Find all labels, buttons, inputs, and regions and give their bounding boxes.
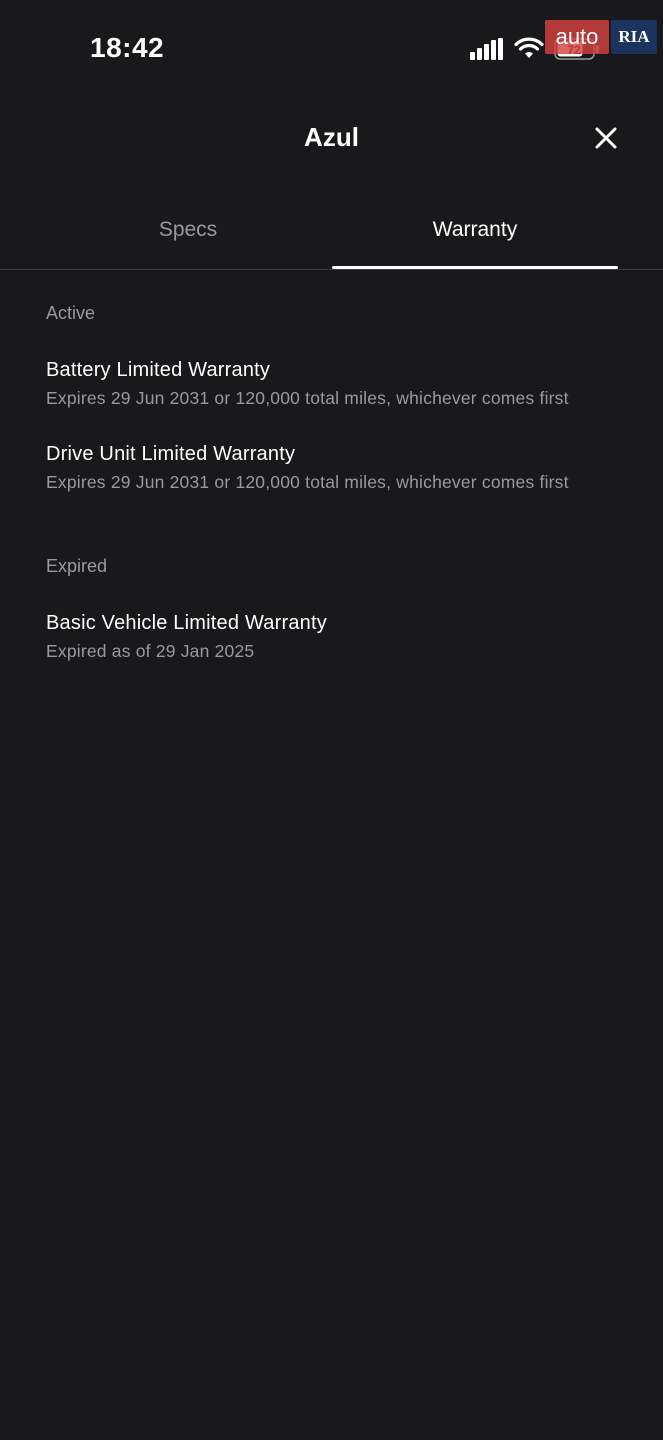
status-time: 18:42 [90,32,165,63]
warranty-item-subtitle: Expires 29 Jun 2031 or 120,000 total mil… [46,472,569,492]
status-bar: 18:42 72 auto RIA [0,0,663,96]
section-label-expired: Expired [46,556,108,576]
warranty-item-subtitle: Expires 29 Jun 2031 or 120,000 total mil… [46,388,569,408]
watermark-logo: auto RIA [545,20,657,56]
tab-bar: Specs Warranty [0,190,663,270]
watermark-auto: auto [545,20,609,54]
wifi-icon [514,37,544,58]
warranty-item-title: Battery Limited Warranty [46,359,271,381]
warranty-screen: 18:42 72 auto RIA Azul [0,0,663,1440]
signal-icon [470,38,503,60]
tab-warranty[interactable]: Warranty [332,190,618,270]
tab-specs[interactable]: Specs [45,190,331,270]
close-icon [595,127,617,149]
warranty-item-subtitle: Expired as of 29 Jan 2025 [46,641,255,661]
page-title: Azul [304,122,359,152]
tab-divider [0,269,663,270]
warranty-item-title: Drive Unit Limited Warranty [46,443,296,465]
section-label-active: Active [46,303,96,323]
watermark-ria: RIA [611,20,657,54]
warranty-item-title: Basic Vehicle Limited Warranty [46,612,327,634]
close-button[interactable] [588,120,624,156]
